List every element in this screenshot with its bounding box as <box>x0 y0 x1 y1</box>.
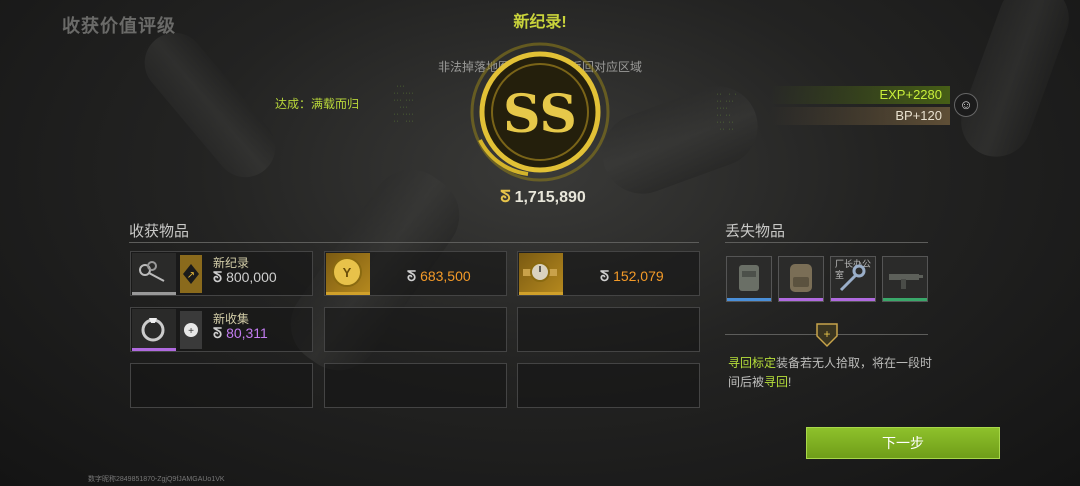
empty-slot <box>130 363 313 408</box>
rank-badge: SS <box>470 42 610 182</box>
lost-item-vest[interactable] <box>726 256 772 302</box>
background-shape <box>132 20 288 190</box>
screen-title: 收获价值评级 <box>62 16 176 36</box>
lost-item-smg[interactable] <box>882 256 928 302</box>
svg-text:+: + <box>823 327 830 341</box>
background-shape <box>951 0 1079 167</box>
harvest-item-coin[interactable]: Y ᘕ 683,500 <box>324 251 507 296</box>
harvest-item-watch[interactable]: ᘕ 152,079 <box>517 251 700 296</box>
vest-icon <box>739 265 759 291</box>
divider <box>725 242 928 243</box>
empty-slot <box>517 307 700 352</box>
record-tag-icon: ↗ <box>180 255 202 293</box>
bp-reward: BP+120 <box>770 107 950 125</box>
watch-icon <box>519 253 563 295</box>
item-value: ᘕ 800,000 <box>213 269 277 286</box>
divider <box>129 242 699 243</box>
next-button[interactable]: 下一步 <box>806 427 1000 459</box>
empty-slot <box>324 363 507 408</box>
coin-icon: ᘕ <box>500 187 511 206</box>
background-shape <box>591 75 769 205</box>
item-value: ᘕ 683,500 <box>407 268 471 285</box>
harvest-item-keys[interactable]: ↗ 新纪录 ᘕ 800,000 <box>130 251 313 296</box>
new-record-label: 新纪录! <box>513 14 567 31</box>
smg-icon <box>889 274 923 289</box>
coin-icon: ᘕ <box>600 269 610 285</box>
harvest-title: 收获物品 <box>129 223 190 240</box>
svg-text:+: + <box>188 326 194 337</box>
exp-reward: EXP+2280 <box>770 86 950 104</box>
item-value: ᘕ 152,079 <box>600 268 664 285</box>
key-icon <box>839 264 866 292</box>
empty-slot <box>324 307 507 352</box>
coin-icon: ᘕ <box>213 326 223 342</box>
keys-icon <box>132 253 176 295</box>
hud-decoration: ·· · · ·· ··· ···· ·· ·· ··· ·· ·· ·· <box>716 92 738 133</box>
gold-coin-icon: Y <box>326 253 370 295</box>
lost-item-backpack[interactable] <box>778 256 824 302</box>
achievement-text: 达成：满载而归 <box>275 97 360 111</box>
collection-tag-icon: + <box>180 311 202 349</box>
empty-slot <box>517 363 700 408</box>
retrieve-notice: 寻回标定装备若无人拾取，将在一段时间后被寻回! <box>728 356 933 389</box>
svg-text:Y: Y <box>343 265 352 280</box>
backpack-icon <box>790 264 812 292</box>
player-id: 数字昵称2849851870-ZgjQ9fJAMGAUo1VK <box>88 476 225 483</box>
mascot-icon: ☺ <box>954 93 978 117</box>
svg-text:↗: ↗ <box>187 270 195 281</box>
total-value-text: 1,715,890 <box>514 189 586 206</box>
ring-icon <box>132 309 176 351</box>
lost-item-key[interactable]: 厂长办公室 <box>830 256 876 302</box>
hud-decoration: ··· ·· ···· ··· ··· ··· ·· ···· ·· ··· <box>393 84 415 125</box>
item-value: ᘕ 80,311 <box>213 325 268 342</box>
retrieve-shield-icon: + <box>816 323 838 348</box>
coin-icon: ᘕ <box>213 270 223 286</box>
lost-title: 丢失物品 <box>725 223 786 240</box>
coin-icon: ᘕ <box>407 269 417 285</box>
rank-text: SS <box>503 84 577 145</box>
total-value: ᘕ 1,715,890 <box>478 187 608 207</box>
harvest-item-ring[interactable]: + 新收集 ᘕ 80,311 <box>130 307 313 352</box>
